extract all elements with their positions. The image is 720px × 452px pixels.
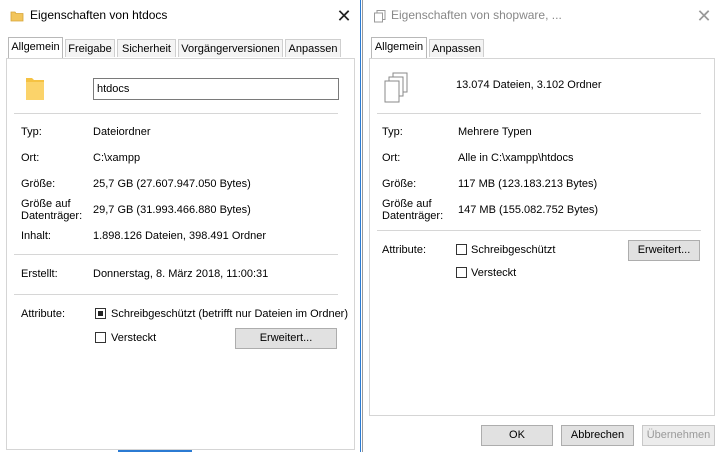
tab-anpassen[interactable]: Anpassen [429, 39, 484, 57]
readonly-checkbox[interactable] [95, 308, 106, 319]
divider [377, 230, 701, 231]
divider [14, 254, 338, 255]
window-title: Eigenschaften von shopware, ... [391, 8, 562, 22]
title-bar: Eigenschaften von shopware, ... ✕ [363, 0, 720, 32]
size-value: 25,7 GB (27.607.947.050 Bytes) [93, 178, 251, 190]
size-value: 117 MB (123.183.213 Bytes) [458, 178, 598, 190]
location-label: Ort: [21, 152, 40, 164]
location-value: Alle in C:\xampp\htdocs [458, 152, 574, 164]
size-on-disk-value: 29,7 GB (31.993.466.880 Bytes) [93, 204, 251, 216]
window-title: Eigenschaften von htdocs [30, 8, 168, 22]
type-label: Typ: [382, 126, 403, 138]
type-value: Mehrere Typen [458, 126, 532, 138]
size-on-disk-label-line2: Datenträger: [382, 210, 444, 222]
tab-vorgaengerversionen[interactable]: Vorgängerversionen [178, 39, 283, 57]
close-icon[interactable]: ✕ [328, 0, 360, 32]
tab-freigabe[interactable]: Freigabe [65, 39, 115, 57]
readonly-checkbox[interactable] [456, 244, 467, 255]
close-icon[interactable]: ✕ [688, 0, 720, 32]
cancel-button[interactable]: Abbrechen [561, 425, 634, 446]
divider [377, 113, 701, 114]
size-on-disk-label-line1: Größe auf [382, 198, 432, 210]
apply-button[interactable]: Übernehmen [642, 425, 715, 446]
type-value: Dateiordner [93, 126, 151, 138]
properties-dialog-multiple: Eigenschaften von shopware, ... ✕ Allgem… [362, 0, 720, 452]
contents-label: Inhalt: [21, 230, 51, 242]
hidden-checkbox[interactable] [95, 332, 106, 343]
location-value: C:\xampp [93, 152, 141, 164]
ok-button[interactable]: OK [481, 425, 553, 446]
tab-allgemein[interactable]: Allgemein [8, 37, 63, 58]
hidden-checkbox-label[interactable]: Versteckt [111, 332, 156, 344]
contents-value: 1.898.126 Dateien, 398.491 Ordner [93, 230, 267, 242]
size-label: Größe: [21, 178, 56, 190]
location-label: Ort: [382, 152, 401, 164]
created-value: Donnerstag, 8. März 2018, 11:00:31 [93, 268, 269, 280]
size-label: Größe: [382, 178, 417, 190]
tab-anpassen[interactable]: Anpassen [285, 39, 341, 57]
multiple-files-icon [384, 72, 408, 103]
size-on-disk-value: 147 MB (155.082.752 Bytes) [458, 204, 599, 216]
type-label: Typ: [21, 126, 42, 138]
general-panel [369, 58, 715, 416]
hidden-checkbox-label[interactable]: Versteckt [471, 267, 516, 279]
files-summary: 13.074 Dateien, 3.102 Ordner [456, 79, 602, 91]
folder-name-input[interactable] [93, 78, 339, 100]
divider [14, 294, 338, 295]
readonly-checkbox-label[interactable]: Schreibgeschützt (betrifft nur Dateien i… [111, 308, 348, 320]
hidden-checkbox[interactable] [456, 267, 467, 278]
created-label: Erstellt: [21, 268, 58, 280]
folder-large-icon [26, 78, 44, 100]
folder-icon [10, 11, 24, 22]
copy-pages-icon [374, 10, 386, 23]
advanced-button[interactable]: Erweitert... [235, 328, 337, 349]
attributes-label: Attribute: [382, 244, 427, 256]
advanced-button[interactable]: Erweitert... [628, 240, 700, 261]
tab-allgemein[interactable]: Allgemein [371, 37, 427, 58]
tab-sicherheit[interactable]: Sicherheit [117, 39, 176, 57]
divider [14, 113, 338, 114]
size-on-disk-label-line1: Größe auf [21, 198, 71, 210]
properties-dialog-htdocs: Eigenschaften von htdocs ✕ Allgemein Fre… [0, 0, 361, 452]
attributes-label: Attribute: [21, 308, 66, 320]
readonly-checkbox-label[interactable]: Schreibgeschützt [471, 244, 555, 256]
size-on-disk-label-line2: Datenträger: [21, 210, 83, 222]
title-bar: Eigenschaften von htdocs ✕ [0, 0, 360, 32]
